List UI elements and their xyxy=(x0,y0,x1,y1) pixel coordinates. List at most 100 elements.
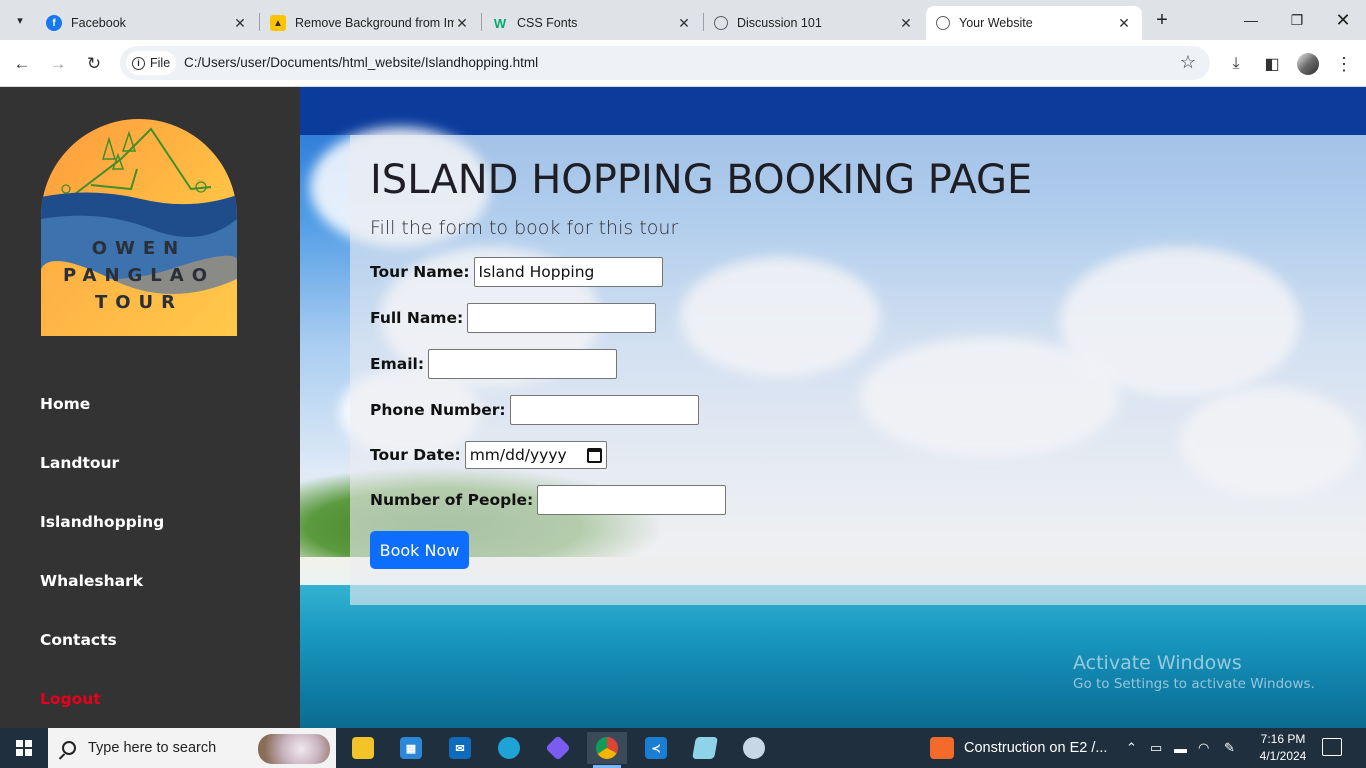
taskbar-search-box[interactable]: Type here to search xyxy=(48,728,336,768)
url-text[interactable]: C:/Users/user/Documents/html_website/Isl… xyxy=(184,55,538,70)
address-bar[interactable]: i File C:/Users/user/Documents/html_webs… xyxy=(120,46,1210,80)
people-row: Number of People: xyxy=(370,485,727,515)
download-icon[interactable]: ⤓ xyxy=(1224,52,1248,76)
side-panel-icon[interactable]: ◧ xyxy=(1260,52,1284,76)
people-label: Number of People: xyxy=(370,491,534,509)
microsoft-store-app[interactable]: ▦ xyxy=(391,732,431,764)
activate-windows-watermark: Activate Windows Go to Settings to activ… xyxy=(1073,652,1315,692)
forward-button[interactable]: → xyxy=(45,51,71,77)
search-icon xyxy=(62,741,76,755)
w3schools-icon: W xyxy=(493,15,507,31)
close-window-button[interactable]: ✕ xyxy=(1320,0,1366,40)
logo-line-3: TOUR xyxy=(94,292,184,313)
full-name-input[interactable] xyxy=(467,303,657,333)
close-icon[interactable]: ✕ xyxy=(1116,15,1132,31)
edge-icon xyxy=(498,737,520,759)
tab-label: Your Website xyxy=(959,16,1033,30)
tab-label: Facebook xyxy=(71,16,126,30)
reload-button[interactable]: ↻ xyxy=(81,51,107,77)
nav-logout-link[interactable]: Logout xyxy=(40,690,101,708)
tab-discussion-101[interactable]: Discussion 101 ✕ xyxy=(704,6,924,40)
tour-name-label: Tour Name: xyxy=(370,263,470,281)
taskbar-clock[interactable]: 7:16 PM 4/1/2024 xyxy=(1252,731,1314,765)
phone-label: Phone Number: xyxy=(370,401,506,419)
back-button[interactable]: ← xyxy=(9,51,35,77)
file-explorer-icon xyxy=(352,737,374,759)
phone-input[interactable] xyxy=(509,395,699,425)
nav-contacts-link[interactable]: Contacts xyxy=(40,631,117,649)
clock-time: 7:16 PM xyxy=(1260,732,1306,746)
tab-your-website[interactable]: Your Website ✕ xyxy=(926,6,1142,40)
removebg-icon: ▲ xyxy=(270,15,286,31)
logo-text: OWEN PANGLAO TOUR xyxy=(41,235,237,316)
close-icon[interactable]: ✕ xyxy=(454,15,470,31)
windows-taskbar: Type here to search ▦ ✉ ≺ Construction o… xyxy=(0,728,1366,768)
tour-date-input[interactable]: mm/dd/yyyy xyxy=(464,441,607,469)
paint-icon xyxy=(743,737,765,759)
nav-whaleshark-link[interactable]: Whaleshark xyxy=(40,572,143,590)
mail-app[interactable]: ✉ xyxy=(440,732,480,764)
windows-logo-icon xyxy=(16,740,32,756)
microsoft-store-icon: ▦ xyxy=(400,737,422,759)
wifi-icon[interactable]: ◠ xyxy=(1198,728,1209,768)
restore-button[interactable]: ❐ xyxy=(1274,0,1320,40)
meet-now-icon[interactable]: ▭ xyxy=(1150,728,1162,768)
minimize-button[interactable]: — xyxy=(1228,0,1274,40)
file-explorer-app[interactable] xyxy=(343,732,383,764)
paint-app[interactable] xyxy=(734,732,774,764)
page-subtitle: Fill the form to book for this tour xyxy=(370,217,679,239)
menu-kebab-icon[interactable]: ⋮ xyxy=(1332,52,1356,76)
close-icon[interactable]: ✕ xyxy=(676,15,692,31)
sidebar: OWEN PANGLAO TOUR Home Landtour Islandho… xyxy=(0,87,300,728)
bookmark-star-icon[interactable]: ☆ xyxy=(1180,52,1196,73)
vscode-app[interactable]: ≺ xyxy=(636,732,676,764)
battery-icon[interactable]: ▬ xyxy=(1174,728,1187,768)
close-icon[interactable]: ✕ xyxy=(232,15,248,31)
tab-facebook[interactable]: f Facebook ✕ xyxy=(36,6,258,40)
chip-label: File xyxy=(150,56,171,70)
tour-name-input[interactable] xyxy=(473,257,663,287)
nav-home-link[interactable]: Home xyxy=(40,395,90,413)
notification-center-icon[interactable] xyxy=(1322,738,1342,756)
chrome-icon xyxy=(596,737,618,759)
date-placeholder: mm/dd/yyyy xyxy=(469,446,567,464)
email-input[interactable] xyxy=(428,349,618,379)
traffic-icon xyxy=(930,737,954,759)
start-button[interactable] xyxy=(0,728,48,768)
phone-row: Phone Number: xyxy=(370,395,699,425)
tab-search-dropdown-icon[interactable]: ▾ xyxy=(8,8,32,32)
booking-form-panel: ISLAND HOPPING BOOKING PAGE Fill the for… xyxy=(350,135,1366,605)
tray-chevron-icon[interactable]: ⌃ xyxy=(1126,728,1137,768)
watermark-line-1: Activate Windows xyxy=(1073,652,1242,674)
logo-line-2: PANGLAO xyxy=(62,265,215,286)
profile-avatar[interactable] xyxy=(1296,52,1320,76)
tab-strip: ▾ f Facebook ✕ ▲ Remove Background from … xyxy=(0,0,1366,40)
search-placeholder: Type here to search xyxy=(88,740,217,756)
taskbar-news-widget[interactable]: Construction on E2 /... xyxy=(930,728,1107,768)
nav-islandhopping-link[interactable]: Islandhopping xyxy=(40,513,164,531)
close-icon[interactable]: ✕ xyxy=(898,15,914,31)
news-text: Construction on E2 /... xyxy=(964,740,1108,756)
people-input[interactable] xyxy=(537,485,727,515)
facebook-icon: f xyxy=(46,15,62,31)
copilot-icon xyxy=(545,735,571,761)
tab-remove-background[interactable]: ▲ Remove Background from Im ✕ xyxy=(260,6,480,40)
copilot-app[interactable] xyxy=(538,732,578,764)
clock-date: 4/1/2024 xyxy=(1259,749,1307,763)
info-icon: i xyxy=(132,56,145,70)
tab-css-fonts[interactable]: W CSS Fonts ✕ xyxy=(482,6,702,40)
nav-landtour-link[interactable]: Landtour xyxy=(40,454,119,472)
book-now-button[interactable]: Book Now xyxy=(370,531,469,569)
new-tab-button[interactable]: + xyxy=(1150,8,1174,32)
vscode-icon: ≺ xyxy=(645,737,667,759)
tab-label: CSS Fonts xyxy=(517,16,578,30)
tour-date-row: Tour Date: mm/dd/yyyy xyxy=(370,441,607,469)
chrome-app[interactable] xyxy=(587,732,627,768)
pen-icon[interactable]: ✎ xyxy=(1224,728,1235,768)
notepad-icon xyxy=(692,737,718,759)
search-highlight-image xyxy=(258,734,330,764)
notepad-app[interactable] xyxy=(685,732,725,764)
edge-app[interactable] xyxy=(489,732,529,764)
site-info-chip[interactable]: i File xyxy=(126,51,176,75)
calendar-icon[interactable] xyxy=(586,447,602,463)
